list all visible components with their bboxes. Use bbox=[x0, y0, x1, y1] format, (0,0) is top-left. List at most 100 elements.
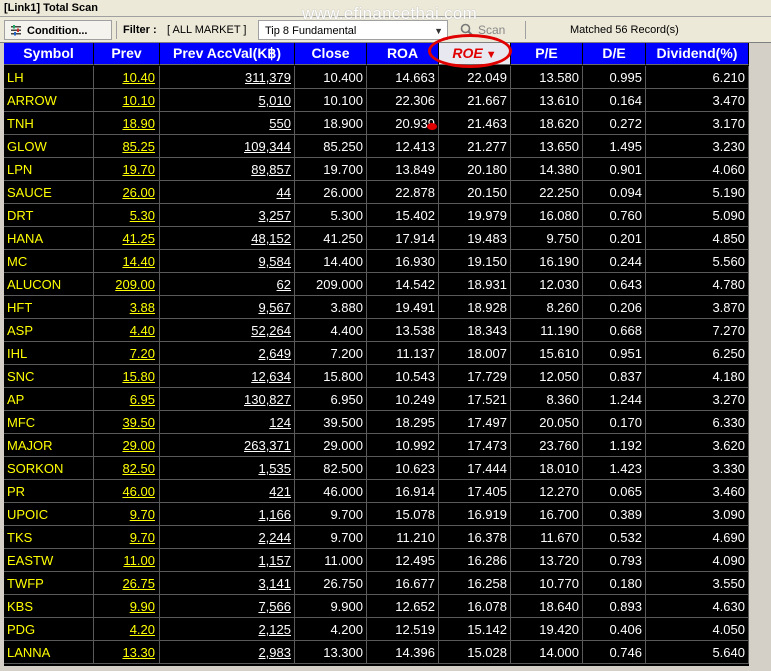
cell-prev[interactable]: 11.00 bbox=[94, 549, 160, 572]
table-row[interactable]: MFC 39.50 124 39.500 18.295 17.497 20.050 0.170… bbox=[4, 411, 749, 434]
cell-prev[interactable]: 18.90 bbox=[94, 112, 160, 135]
cell-prev-accval[interactable]: 9,567 bbox=[160, 296, 295, 319]
table-row[interactable]: HANA 41.25 48,152 41.250 17.914 19.483 9.750 0.… bbox=[4, 227, 749, 250]
cell-symbol[interactable]: EASTW bbox=[4, 549, 94, 572]
cell-symbol[interactable]: TNH bbox=[4, 112, 94, 135]
cell-symbol[interactable]: LANNA bbox=[4, 641, 94, 664]
cell-prev[interactable]: 19.70 bbox=[94, 158, 160, 181]
table-row[interactable]: AP 6.95 130,827 6.950 10.249 17.521 8.360 1.244… bbox=[4, 388, 749, 411]
cell-symbol[interactable]: KBS bbox=[4, 595, 94, 618]
table-row[interactable]: PR 46.00 421 46.000 16.914 17.405 12.270 0.065 3… bbox=[4, 480, 749, 503]
cell-prev[interactable]: 39.50 bbox=[94, 411, 160, 434]
chevron-down-icon[interactable]: ▼ bbox=[434, 21, 443, 41]
condition-button[interactable]: Condition... bbox=[4, 20, 112, 40]
cell-prev[interactable]: 3.88 bbox=[94, 296, 160, 319]
table-row[interactable]: EASTW 11.00 1,157 11.000 12.495 16.286 13.720 0… bbox=[4, 549, 749, 572]
cell-prev-accval[interactable]: 5,010 bbox=[160, 89, 295, 112]
cell-symbol[interactable]: DRT bbox=[4, 204, 94, 227]
cell-prev-accval[interactable]: 9,584 bbox=[160, 250, 295, 273]
cell-prev-accval[interactable]: 311,379 bbox=[160, 66, 295, 89]
cell-symbol[interactable]: AP bbox=[4, 388, 94, 411]
table-row[interactable]: PDG 4.20 2,125 4.200 12.519 15.142 19.420 0.406… bbox=[4, 618, 749, 641]
cell-prev-accval[interactable]: 52,264 bbox=[160, 319, 295, 342]
cell-prev-accval[interactable]: 124 bbox=[160, 411, 295, 434]
table-row[interactable]: ALUCON 209.00 62 209.000 14.542 18.931 12.030 0… bbox=[4, 273, 749, 296]
column-header-pe[interactable]: P/E bbox=[511, 43, 583, 65]
cell-prev[interactable]: 209.00 bbox=[94, 273, 160, 296]
cell-symbol[interactable]: LH bbox=[4, 66, 94, 89]
column-header-prev[interactable]: Prev bbox=[94, 43, 160, 65]
table-row[interactable]: GLOW 85.25 109,344 85.250 12.413 21.277 13.650… bbox=[4, 135, 749, 158]
cell-symbol[interactable]: ALUCON bbox=[4, 273, 94, 296]
cell-prev-accval[interactable]: 48,152 bbox=[160, 227, 295, 250]
cell-prev[interactable]: 41.25 bbox=[94, 227, 160, 250]
cell-symbol[interactable]: MAJOR bbox=[4, 434, 94, 457]
cell-symbol[interactable]: SORKON bbox=[4, 457, 94, 480]
cell-prev-accval[interactable]: 109,344 bbox=[160, 135, 295, 158]
filter-market-value[interactable]: [ ALL MARKET ] bbox=[167, 20, 246, 40]
table-row[interactable]: IHL 7.20 2,649 7.200 11.137 18.007 15.610 0.951… bbox=[4, 342, 749, 365]
cell-prev-accval[interactable]: 7,566 bbox=[160, 595, 295, 618]
cell-prev[interactable]: 14.40 bbox=[94, 250, 160, 273]
cell-prev-accval[interactable]: 550 bbox=[160, 112, 295, 135]
table-row[interactable]: LPN 19.70 89,857 19.700 13.849 20.180 14.380 0.… bbox=[4, 158, 749, 181]
table-row[interactable]: SNC 15.80 12,634 15.800 10.543 17.729 12.050 0.… bbox=[4, 365, 749, 388]
table-row[interactable]: HFT 3.88 9,567 3.880 19.491 18.928 8.260 0.206 3… bbox=[4, 296, 749, 319]
cell-prev-accval[interactable]: 421 bbox=[160, 480, 295, 503]
cell-prev[interactable]: 4.40 bbox=[94, 319, 160, 342]
table-row[interactable]: SAUCE 26.00 44 26.000 22.878 20.150 22.250 0.09… bbox=[4, 181, 749, 204]
cell-prev-accval[interactable]: 3,141 bbox=[160, 572, 295, 595]
cell-symbol[interactable]: SNC bbox=[4, 365, 94, 388]
cell-prev[interactable]: 4.20 bbox=[94, 618, 160, 641]
cell-prev[interactable]: 13.30 bbox=[94, 641, 160, 664]
preset-dropdown[interactable]: Tip 8 Fundamental ▼ bbox=[258, 20, 448, 40]
table-row[interactable]: TWFP 26.75 3,141 26.750 16.677 16.258 10.770 0.… bbox=[4, 572, 749, 595]
column-header-de[interactable]: D/E bbox=[583, 43, 646, 65]
cell-prev[interactable]: 85.25 bbox=[94, 135, 160, 158]
cell-prev[interactable]: 46.00 bbox=[94, 480, 160, 503]
cell-symbol[interactable]: IHL bbox=[4, 342, 94, 365]
cell-prev-accval[interactable]: 1,535 bbox=[160, 457, 295, 480]
table-row[interactable]: MC 14.40 9,584 14.400 16.930 19.150 16.190 0.24… bbox=[4, 250, 749, 273]
cell-symbol[interactable]: TKS bbox=[4, 526, 94, 549]
table-row[interactable]: TNH 18.90 550 18.900 20.939 21.463 18.620 0.272… bbox=[4, 112, 749, 135]
table-row[interactable]: TKS 9.70 2,244 9.700 11.210 16.378 11.670 0.532… bbox=[4, 526, 749, 549]
cell-symbol[interactable]: PR bbox=[4, 480, 94, 503]
cell-prev-accval[interactable]: 2,125 bbox=[160, 618, 295, 641]
table-row[interactable]: ARROW 10.10 5,010 10.100 22.306 21.667 13.610 0… bbox=[4, 89, 749, 112]
cell-prev[interactable]: 9.90 bbox=[94, 595, 160, 618]
table-row[interactable]: DRT 5.30 3,257 5.300 15.402 19.979 16.080 0.760… bbox=[4, 204, 749, 227]
cell-symbol[interactable]: ASP bbox=[4, 319, 94, 342]
cell-prev[interactable]: 5.30 bbox=[94, 204, 160, 227]
table-row[interactable]: KBS 9.90 7,566 9.900 12.652 16.078 18.640 0.893… bbox=[4, 595, 749, 618]
cell-symbol[interactable]: TWFP bbox=[4, 572, 94, 595]
table-row[interactable]: LANNA 13.30 2,983 13.300 14.396 15.028 14.000 0… bbox=[4, 641, 749, 664]
cell-prev-accval[interactable]: 263,371 bbox=[160, 434, 295, 457]
column-header-roa[interactable]: ROA bbox=[367, 43, 439, 65]
cell-symbol[interactable]: ARROW bbox=[4, 89, 94, 112]
cell-symbol[interactable]: MFC bbox=[4, 411, 94, 434]
cell-prev-accval[interactable]: 12,634 bbox=[160, 365, 295, 388]
cell-prev-accval[interactable]: 2,983 bbox=[160, 641, 295, 664]
cell-prev-accval[interactable]: 130,827 bbox=[160, 388, 295, 411]
cell-prev[interactable]: 15.80 bbox=[94, 365, 160, 388]
cell-prev-accval[interactable]: 3,257 bbox=[160, 204, 295, 227]
cell-symbol[interactable]: SAUCE bbox=[4, 181, 94, 204]
cell-prev[interactable]: 10.40 bbox=[94, 66, 160, 89]
cell-prev[interactable]: 82.50 bbox=[94, 457, 160, 480]
column-header-prev-accval[interactable]: Prev AccVal(K฿) bbox=[160, 43, 295, 65]
cell-prev[interactable]: 26.75 bbox=[94, 572, 160, 595]
cell-prev-accval[interactable]: 44 bbox=[160, 181, 295, 204]
cell-symbol[interactable]: PDG bbox=[4, 618, 94, 641]
cell-prev-accval[interactable]: 2,244 bbox=[160, 526, 295, 549]
cell-symbol[interactable]: UPOIC bbox=[4, 503, 94, 526]
cell-prev-accval[interactable]: 2,649 bbox=[160, 342, 295, 365]
cell-symbol[interactable]: GLOW bbox=[4, 135, 94, 158]
cell-prev[interactable]: 9.70 bbox=[94, 503, 160, 526]
cell-prev[interactable]: 29.00 bbox=[94, 434, 160, 457]
cell-symbol[interactable]: LPN bbox=[4, 158, 94, 181]
cell-prev[interactable]: 10.10 bbox=[94, 89, 160, 112]
cell-prev-accval[interactable]: 1,157 bbox=[160, 549, 295, 572]
cell-symbol[interactable]: MC bbox=[4, 250, 94, 273]
cell-prev-accval[interactable]: 1,166 bbox=[160, 503, 295, 526]
